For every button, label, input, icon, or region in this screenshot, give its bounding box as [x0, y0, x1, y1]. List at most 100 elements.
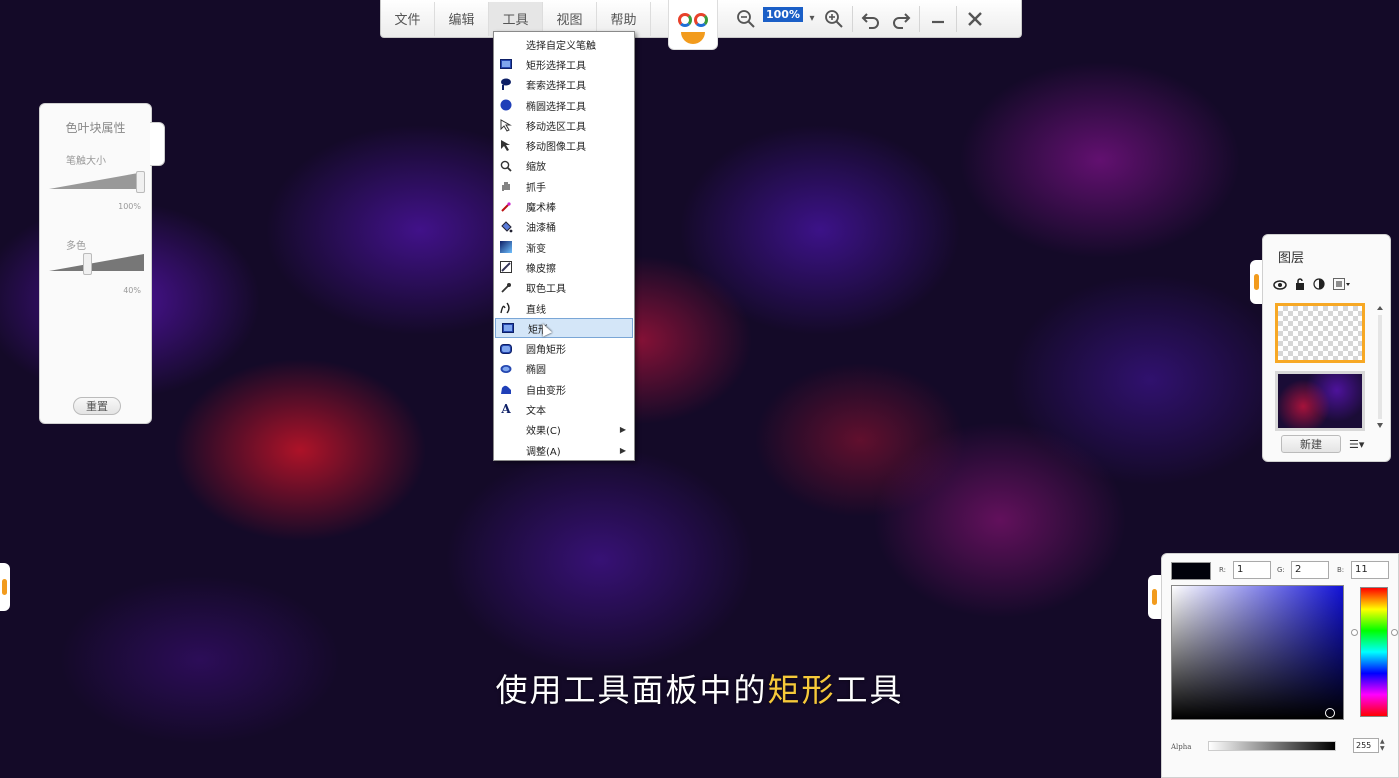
background-layer-preview	[1278, 374, 1362, 428]
minimize-icon[interactable]	[923, 4, 953, 34]
r-input[interactable]: 1	[1233, 561, 1271, 579]
opacity-handle[interactable]	[83, 253, 92, 275]
tools-menu-item[interactable]: 椭圆选择工具	[494, 95, 634, 115]
undo-icon[interactable]	[856, 4, 886, 34]
tools-menu-item-label: 取色工具	[526, 284, 566, 296]
tools-menu-item-label: 椭圆选择工具	[526, 101, 586, 113]
close-icon[interactable]	[960, 4, 990, 34]
brush-size-slider[interactable]	[49, 172, 144, 190]
g-label: G:	[1277, 566, 1285, 574]
tools-menu-item[interactable]: 矩形选择工具	[494, 54, 634, 74]
tools-menu-item-label: 套索选择工具	[526, 81, 586, 93]
logo-smile-icon	[681, 32, 705, 44]
hue-knob-right[interactable]	[1391, 629, 1398, 636]
color-panel-collapse-tab[interactable]	[1148, 575, 1162, 619]
app-logo	[668, 0, 718, 50]
tools-menu-item[interactable]: 自由变形	[494, 379, 634, 399]
separator	[918, 5, 920, 32]
tools-menu-item[interactable]: 圆角矩形	[494, 338, 634, 358]
zoom-out-icon[interactable]	[731, 4, 761, 34]
contrast-icon[interactable]	[1313, 278, 1325, 293]
opacity-label: 多色	[66, 241, 86, 252]
logo-eye-left-icon	[678, 12, 692, 27]
current-color-swatch[interactable]	[1171, 562, 1211, 580]
tools-menu-item[interactable]: 移动选区工具	[494, 115, 634, 135]
tools-menu-item[interactable]: 矩形	[495, 318, 633, 339]
tools-menu-item[interactable]: 油漆桶	[494, 217, 634, 237]
tools-menu-item-label: 油漆桶	[526, 223, 556, 235]
freeform-icon	[498, 382, 514, 396]
alpha-slider[interactable]	[1208, 741, 1336, 751]
tools-menu-item-label: 魔术棒	[526, 203, 556, 215]
layers-icon-row	[1273, 278, 1351, 293]
lock-icon[interactable]	[1295, 278, 1305, 293]
new-layer-button[interactable]: 新建	[1281, 435, 1341, 453]
ellipse-select-icon	[498, 98, 514, 112]
brush-size-label: 笔触大小	[66, 156, 106, 167]
tools-menu-item[interactable]: 渐变	[494, 237, 634, 257]
hue-knob-left[interactable]	[1351, 629, 1358, 636]
tools-menu-item[interactable]: 直线	[494, 298, 634, 318]
tools-menu-item[interactable]: 效果(C) ▶	[494, 420, 634, 440]
paint-bucket-icon	[498, 220, 514, 234]
zoom-level[interactable]: 100%	[763, 7, 803, 22]
tools-dropdown-menu: 选择自定义笔触矩形选择工具套索选择工具 椭圆选择工具移动选区工具移动图像工具缩放抓…	[493, 31, 635, 461]
r-label: R:	[1219, 566, 1227, 574]
tools-menu-item[interactable]: 取色工具	[494, 278, 634, 298]
tools-menu-item[interactable]: 椭圆	[494, 359, 634, 379]
layers-options-icon[interactable]: ☰▾	[1349, 438, 1364, 451]
tools-menu-item[interactable]: 魔术棒	[494, 196, 634, 216]
blank-icon	[498, 37, 514, 51]
eye-icon[interactable]	[1273, 279, 1287, 293]
redo-icon[interactable]	[886, 4, 916, 34]
tools-menu-item-label: 调整(A)	[526, 446, 561, 458]
tools-menu-item-label: 移动图像工具	[526, 142, 586, 154]
layers-scrollbar[interactable]	[1375, 305, 1385, 430]
alpha-spinner-icon[interactable]: ▲ ▼	[1380, 738, 1385, 752]
panel-title: 色叶块属性	[65, 121, 126, 135]
zoom-in-icon[interactable]	[819, 4, 849, 34]
tools-menu-item-label: 自由变形	[526, 385, 566, 397]
tools-menu-item[interactable]: 调整(A) ▶	[494, 440, 634, 460]
zoom-dropdown-icon[interactable]: ▾	[805, 4, 819, 34]
subtitle-caption: 使用工具面板中的矩形工具	[0, 665, 1399, 711]
tools-menu-item[interactable]: 橡皮擦	[494, 257, 634, 277]
menu-file[interactable]: 文件	[381, 1, 435, 36]
caption-prefix: 使用工具面板中的	[495, 671, 768, 709]
tools-menu-item-label: 抓手	[526, 182, 546, 194]
reset-button[interactable]: 重置	[73, 397, 121, 415]
brush-size-handle[interactable]	[136, 171, 145, 193]
tools-menu-item[interactable]: A 文本	[494, 399, 634, 419]
tools-menu-item[interactable]: 选择自定义笔触	[494, 34, 634, 54]
g-input[interactable]: 2	[1291, 561, 1329, 579]
menu-edit[interactable]: 编辑	[435, 1, 489, 36]
layer-menu-icon[interactable]	[1333, 278, 1351, 293]
rect-select-icon	[498, 57, 514, 71]
alpha-input[interactable]: 255	[1353, 738, 1379, 753]
magic-wand-icon	[498, 200, 514, 214]
move-selection-icon	[498, 118, 514, 132]
properties-panel-collapse-tab[interactable]	[150, 122, 165, 166]
text-icon: A	[501, 402, 511, 417]
tools-menu-item-label: 圆角矩形	[526, 345, 566, 357]
alpha-label: Alpha	[1171, 743, 1192, 751]
tools-menu-item[interactable]: 缩放	[494, 156, 634, 176]
tools-menu-item-label: 椭圆	[526, 365, 546, 377]
opacity-slider[interactable]	[49, 254, 144, 272]
layers-title: 图层	[1278, 251, 1305, 266]
blank-icon	[498, 443, 514, 457]
tools-menu-item-label: 选择自定义笔触	[526, 40, 596, 52]
separator	[851, 5, 853, 32]
line-icon	[498, 301, 514, 315]
tools-menu-item[interactable]: 抓手	[494, 176, 634, 196]
separator	[955, 5, 957, 32]
tools-menu-item[interactable]: 套索选择工具	[494, 75, 634, 95]
left-edge-collapse-tab[interactable]	[0, 563, 10, 611]
b-input[interactable]: 11	[1351, 561, 1389, 579]
tools-menu-item-label: 文本	[526, 405, 546, 417]
tools-menu-item[interactable]: 移动图像工具	[494, 135, 634, 155]
layer-background[interactable]	[1275, 371, 1365, 431]
brush-size-value: 100%	[118, 202, 141, 211]
submenu-arrow-icon: ▶	[619, 445, 626, 455]
layer-transparent[interactable]	[1275, 303, 1365, 363]
